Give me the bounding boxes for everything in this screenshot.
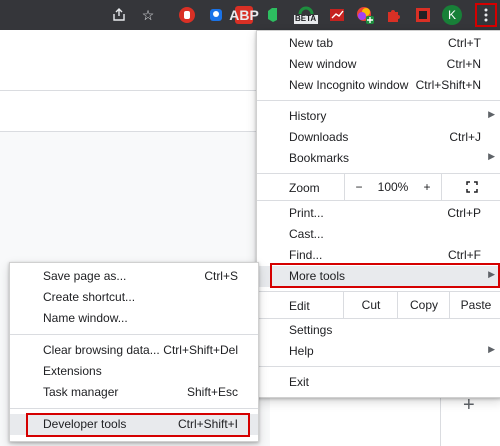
chrome-main-menu: New tab Ctrl+T New window Ctrl+N New Inc… bbox=[256, 30, 500, 398]
fullscreen-button[interactable] bbox=[441, 174, 500, 200]
star-icon[interactable]: ☆ bbox=[139, 6, 157, 24]
menu-item-print[interactable]: Print... Ctrl+P bbox=[257, 203, 500, 224]
chevron-right-icon: ▶ bbox=[488, 151, 495, 161]
paste-label: Paste bbox=[460, 298, 492, 312]
cut-button[interactable]: Cut bbox=[343, 292, 398, 318]
chart-extension-icon[interactable] bbox=[328, 6, 346, 24]
save-page-label: Save page as... bbox=[43, 269, 127, 283]
new-window-label: New window bbox=[289, 57, 357, 71]
page-header-area bbox=[0, 30, 270, 91]
edit-label: Edit bbox=[289, 299, 310, 313]
submenu-item-task-manager[interactable]: Task manager Shift+Esc bbox=[10, 382, 258, 403]
browser-toolbar: ☆ ABP BETA K bbox=[0, 0, 500, 30]
create-shortcut-label: Create shortcut... bbox=[43, 290, 136, 304]
clear-browsing-shortcut: Ctrl+Shift+Del bbox=[163, 343, 238, 357]
new-tab-shortcut: Ctrl+T bbox=[448, 36, 481, 50]
menu-separator bbox=[10, 334, 258, 335]
avatar[interactable]: K bbox=[442, 5, 462, 25]
menu-item-history[interactable]: History ▶ bbox=[257, 106, 500, 127]
help-label: Help bbox=[289, 344, 314, 358]
colorful-extension-icon[interactable] bbox=[356, 6, 374, 24]
zoom-level: 100% bbox=[373, 174, 413, 200]
print-label: Print... bbox=[289, 206, 324, 220]
new-tab-label: New tab bbox=[289, 36, 334, 50]
menu-item-help[interactable]: Help ▶ bbox=[257, 341, 500, 362]
menu-item-settings[interactable]: Settings bbox=[257, 320, 500, 341]
menu-item-new-tab[interactable]: New tab Ctrl+T bbox=[257, 33, 500, 54]
bookmarks-label: Bookmarks bbox=[289, 151, 350, 165]
history-label: History bbox=[289, 109, 327, 123]
beta-extension-icon[interactable]: BETA bbox=[294, 6, 318, 24]
menu-separator bbox=[257, 100, 500, 101]
cast-label: Cast... bbox=[289, 227, 324, 241]
task-manager-label: Task manager bbox=[43, 385, 119, 399]
task-manager-shortcut: Shift+Esc bbox=[186, 385, 238, 399]
zoom-plus-glyph: + bbox=[423, 180, 431, 194]
share-icon[interactable] bbox=[110, 6, 128, 24]
submenu-item-name-window[interactable]: Name window... bbox=[10, 308, 258, 329]
downloads-label: Downloads bbox=[289, 130, 349, 144]
find-label: Find... bbox=[289, 248, 323, 262]
new-incognito-shortcut: Ctrl+Shift+N bbox=[415, 78, 481, 92]
red-hand-extension-icon[interactable] bbox=[178, 6, 196, 24]
zoom-in-button[interactable]: + bbox=[413, 174, 441, 200]
menu-item-new-window[interactable]: New window Ctrl+N bbox=[257, 54, 500, 75]
red-square-extension-icon[interactable] bbox=[414, 6, 432, 24]
more-tools-highlight bbox=[270, 263, 500, 288]
submenu-item-save-page[interactable]: Save page as... Ctrl+S bbox=[10, 266, 258, 287]
chevron-right-icon: ▶ bbox=[488, 109, 495, 119]
zoom-value: 100% bbox=[377, 180, 409, 194]
submenu-item-create-shortcut[interactable]: Create shortcut... bbox=[10, 287, 258, 308]
menu-item-downloads[interactable]: Downloads Ctrl+J bbox=[257, 127, 500, 148]
kebab-menu-icon[interactable] bbox=[475, 3, 497, 27]
menu-item-exit[interactable]: Exit bbox=[257, 372, 500, 393]
cut-label: Cut bbox=[361, 298, 381, 312]
avatar-letter: K bbox=[447, 8, 456, 22]
settings-label: Settings bbox=[289, 323, 333, 337]
new-incognito-label: New Incognito window bbox=[289, 78, 409, 92]
print-shortcut: Ctrl+P bbox=[447, 206, 481, 220]
clear-browsing-label: Clear browsing data... bbox=[43, 343, 160, 357]
puzzle-extension-icon[interactable] bbox=[385, 6, 403, 24]
evernote-extension-icon[interactable] bbox=[264, 6, 282, 24]
new-window-shortcut: Ctrl+N bbox=[446, 57, 481, 71]
menu-item-cast[interactable]: Cast... bbox=[257, 224, 500, 245]
menu-item-new-incognito[interactable]: New Incognito window Ctrl+Shift+N bbox=[257, 75, 500, 96]
fullscreen-icon bbox=[466, 181, 478, 193]
submenu-item-clear-browsing[interactable]: Clear browsing data... Ctrl+Shift+Del bbox=[10, 340, 258, 361]
zoom-out-button[interactable]: − bbox=[344, 174, 373, 200]
abp-label: ABP bbox=[229, 7, 259, 23]
menu-item-bookmarks[interactable]: Bookmarks ▶ bbox=[257, 148, 500, 169]
page-subheader-area bbox=[0, 91, 270, 132]
paste-button[interactable]: Paste bbox=[449, 292, 500, 318]
edit-row: Edit Cut Copy Paste bbox=[257, 291, 500, 319]
zoom-minus-glyph: − bbox=[355, 180, 363, 194]
zoom-row: Zoom − 100% + bbox=[257, 173, 500, 201]
downloads-shortcut: Ctrl+J bbox=[449, 130, 481, 144]
menu-separator bbox=[10, 408, 258, 409]
beta-label: BETA bbox=[295, 14, 317, 23]
submenu-item-extensions[interactable]: Extensions bbox=[10, 361, 258, 382]
menu-separator bbox=[257, 366, 500, 367]
abp-extension-icon[interactable]: ABP bbox=[229, 6, 259, 24]
extensions-label: Extensions bbox=[43, 364, 102, 378]
find-shortcut: Ctrl+F bbox=[448, 248, 481, 262]
name-window-label: Name window... bbox=[43, 311, 128, 325]
chevron-right-icon: ▶ bbox=[488, 344, 495, 354]
exit-label: Exit bbox=[289, 375, 310, 389]
copy-label: Copy bbox=[409, 298, 438, 312]
save-page-shortcut: Ctrl+S bbox=[204, 269, 238, 283]
blue-extension-icon[interactable] bbox=[207, 6, 225, 24]
developer-tools-highlight bbox=[26, 413, 250, 437]
copy-button[interactable]: Copy bbox=[397, 292, 450, 318]
zoom-label: Zoom bbox=[289, 181, 320, 195]
